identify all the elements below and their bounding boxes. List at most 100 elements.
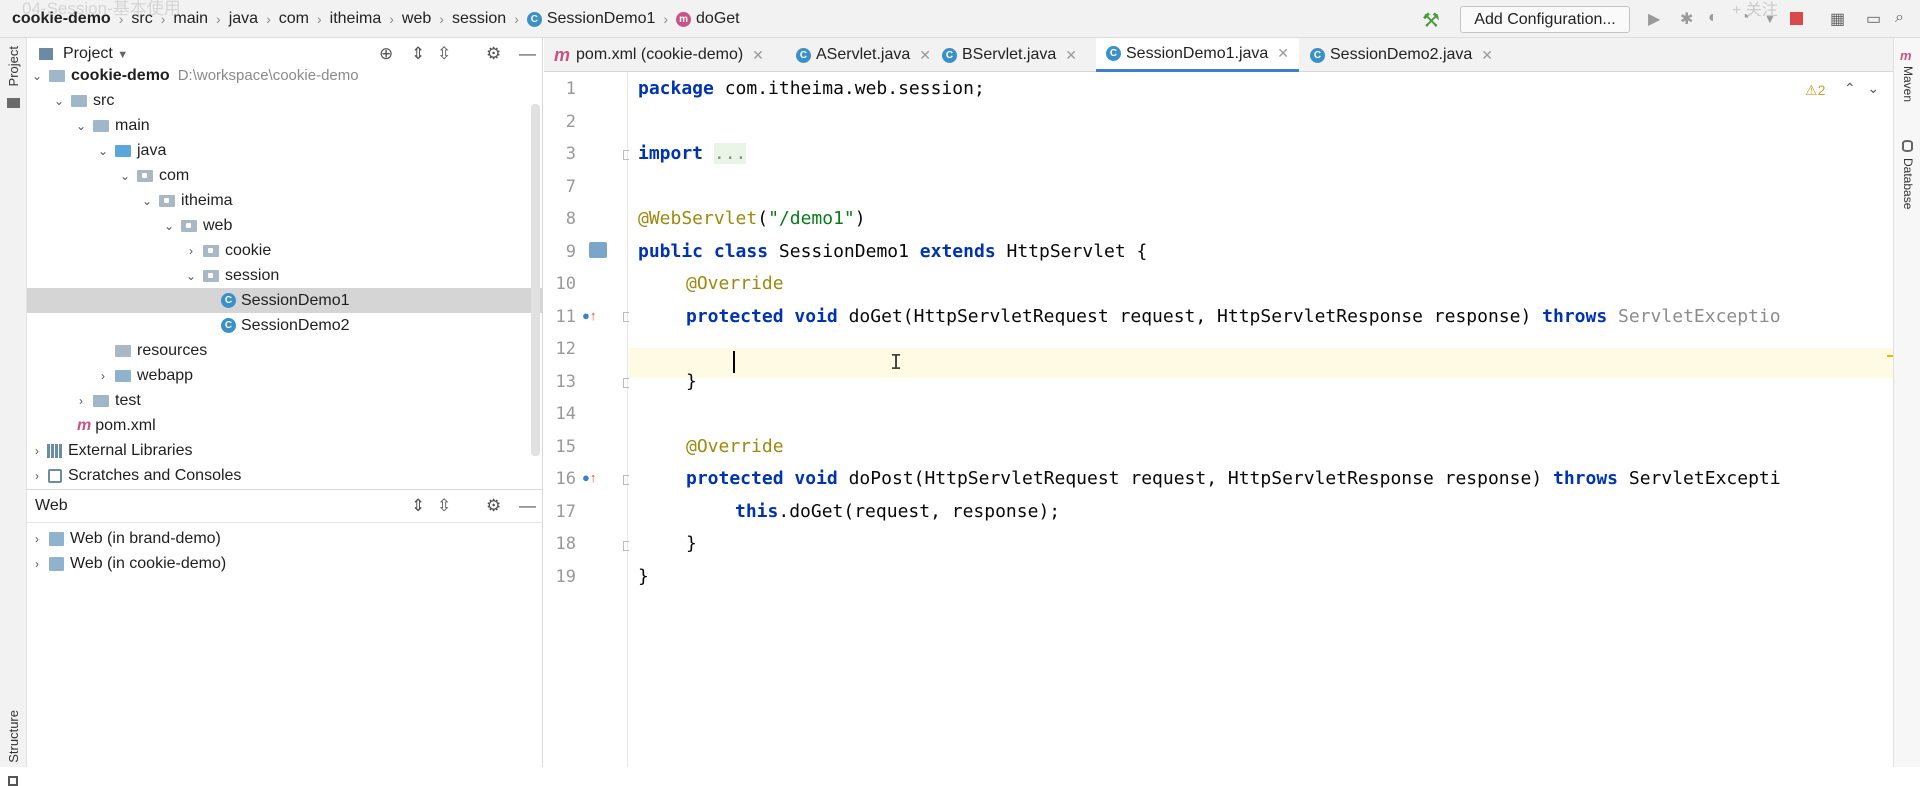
chevron-right-icon: › — [35, 531, 39, 546]
web-panel-title: Web — [35, 497, 68, 514]
tree-item-external-libraries[interactable]: › External Libraries — [27, 438, 543, 463]
tree-item-session[interactable]: ⌄ session — [27, 263, 543, 288]
close-icon[interactable]: ✕ — [1277, 45, 1289, 62]
close-icon[interactable]: ✕ — [919, 47, 931, 64]
coverage-icon[interactable]: ◐ — [1708, 9, 1718, 27]
tree-item-cookie[interactable]: › cookie — [27, 238, 543, 263]
breadcrumb-java[interactable]: java — [229, 0, 258, 38]
locate-icon[interactable]: ⊕ — [379, 44, 393, 64]
tree-item-scratches[interactable]: › Scratches and Consoles — [27, 463, 543, 488]
chevron-down-icon[interactable]: ⌄ — [1867, 80, 1879, 96]
class-icon: C — [942, 47, 957, 63]
breadcrumb-com[interactable]: com — [279, 0, 309, 38]
chevron-right-icon: › — [439, 11, 444, 27]
web-item-brand-demo[interactable]: › Web (in brand-demo) — [27, 526, 543, 551]
warnings-indicator[interactable]: ⚠2 — [1805, 82, 1825, 99]
code-line-1: package com.itheima.web.session; — [638, 78, 985, 99]
breadcrumb-itheima[interactable]: itheima — [330, 0, 382, 38]
tab-pom-xml[interactable]: m pom.xml (cookie-demo) ✕ — [554, 38, 764, 72]
folder-icon — [7, 98, 20, 108]
tree-item-webapp[interactable]: › webapp — [27, 363, 543, 388]
tree-item-itheima[interactable]: ⌄ itheima — [27, 188, 543, 213]
search-icon[interactable]: ⌕ — [1895, 9, 1904, 27]
left-tool-strip: Project Structure — [0, 38, 27, 786]
gear-icon[interactable]: ⚙ — [486, 496, 501, 516]
close-icon[interactable]: ✕ — [752, 47, 764, 64]
project-structure-icon[interactable]: ▦ — [1830, 9, 1845, 29]
line-number: 17 — [555, 502, 576, 522]
maven-icon: m — [1900, 48, 1912, 63]
hide-icon[interactable]: — — [519, 496, 536, 516]
tree-item-web[interactable]: ⌄ web — [27, 213, 543, 238]
hide-icon[interactable]: — — [519, 44, 536, 64]
line-number: 16 — [555, 469, 576, 489]
code-editor[interactable]: I ⚠2 ⌃ ⌄ package com.itheima.web.session… — [629, 72, 1893, 767]
tree-item-sessiondemo2[interactable]: C SessionDemo2 — [27, 313, 543, 338]
tree-item-main[interactable]: ⌄ main — [27, 113, 543, 138]
tree-item-label: test — [115, 391, 141, 409]
project-scrollbar[interactable] — [531, 104, 540, 456]
text-caret — [733, 351, 735, 373]
maven-tool-tab[interactable]: Maven — [1901, 66, 1915, 102]
breadcrumb-web[interactable]: web — [402, 0, 431, 38]
breadcrumb-session[interactable]: session — [452, 0, 506, 38]
chevron-right-icon: › — [216, 11, 221, 27]
line-number: 2 — [565, 112, 576, 132]
implementation-icon[interactable]: ●↑ — [582, 470, 596, 485]
tree-item-cookie-demo[interactable]: ⌄ cookie-demo D:\workspace\cookie-demo — [27, 63, 543, 88]
tree-item-test[interactable]: › test — [27, 388, 543, 413]
project-view-icon — [39, 48, 53, 60]
presentation-icon[interactable]: ▭ — [1866, 9, 1881, 29]
servlet-mapping-icon[interactable] — [589, 242, 607, 258]
folded-imports[interactable]: ... — [713, 143, 747, 164]
project-view-selector[interactable]: Project ▼ — [63, 45, 128, 63]
tree-item-resources[interactable]: resources — [27, 338, 543, 363]
tree-item-sessiondemo1[interactable]: C SessionDemo1 — [27, 288, 543, 313]
database-tool-tab[interactable]: Database — [1901, 158, 1915, 209]
tab-sessiondemo2[interactable]: C SessionDemo2.java ✕ — [1310, 38, 1493, 72]
breadcrumb-class[interactable]: C SessionDemo1 — [526, 0, 655, 38]
line-number: 7 — [565, 177, 576, 197]
close-icon[interactable]: ✕ — [1481, 47, 1493, 64]
tree-item-java[interactable]: ⌄ java — [27, 138, 543, 163]
tree-item-com[interactable]: ⌄ com — [27, 163, 543, 188]
breadcrumb-method[interactable]: m doGet — [676, 0, 740, 38]
tree-item-label: resources — [137, 341, 208, 359]
code-line-3: import ... — [638, 143, 747, 164]
implementation-icon[interactable]: ●↑ — [582, 308, 596, 323]
folder-icon — [93, 394, 109, 407]
breadcrumb-src[interactable]: src — [131, 0, 152, 38]
tab-bservlet[interactable]: C BServlet.java ✕ — [942, 38, 1077, 72]
stop-icon[interactable] — [1790, 12, 1803, 25]
close-icon[interactable]: ✕ — [1065, 47, 1077, 64]
tab-sessiondemo1[interactable]: C SessionDemo1.java ✕ — [1096, 38, 1300, 72]
structure-tool-tab[interactable]: Structure — [6, 710, 21, 763]
debug-icon[interactable]: ✱ — [1680, 9, 1693, 29]
expand-all-icon[interactable]: ⇕ — [411, 44, 425, 64]
run-icon[interactable]: ▶ — [1648, 9, 1660, 29]
chevron-down-icon: ⌄ — [97, 143, 109, 158]
chevron-right-icon: › — [35, 443, 39, 458]
package-icon — [181, 219, 197, 232]
tree-item-src[interactable]: ⌄ src — [27, 88, 543, 113]
project-tool-tab[interactable]: Project — [6, 46, 21, 86]
tab-aservlet[interactable]: C AServlet.java ✕ — [796, 38, 931, 72]
library-icon — [47, 443, 62, 458]
breadcrumb-project[interactable]: cookie-demo — [12, 0, 111, 38]
collapse-all-icon[interactable]: ⇳ — [437, 496, 451, 516]
web-item-cookie-demo[interactable]: › Web (in cookie-demo) — [27, 551, 543, 576]
tree-item-pom[interactable]: m pom.xml — [27, 413, 543, 438]
package-icon — [137, 169, 153, 182]
class-icon: C — [221, 318, 236, 333]
line-number: 3 — [565, 144, 576, 164]
breadcrumb-main[interactable]: main — [173, 0, 208, 38]
chevron-up-icon[interactable]: ⌃ — [1844, 80, 1856, 96]
chevron-down-icon: ⌄ — [75, 118, 87, 133]
build-hammer-icon[interactable]: ⚒ — [1422, 8, 1440, 33]
gear-icon[interactable]: ⚙ — [486, 44, 501, 64]
problem-navigation[interactable]: ⌃ ⌄ — [1844, 80, 1879, 97]
expand-all-icon[interactable]: ⇕ — [411, 496, 425, 516]
collapse-all-icon[interactable]: ⇳ — [437, 44, 451, 64]
add-configuration-button[interactable]: Add Configuration... — [1460, 6, 1630, 33]
chevron-right-icon: › — [118, 11, 124, 27]
